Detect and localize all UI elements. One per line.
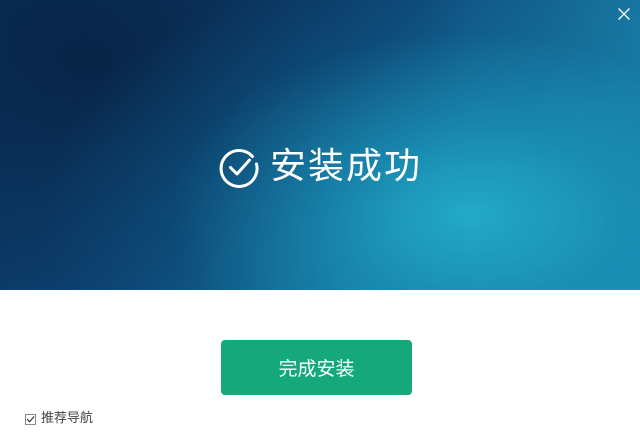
finish-install-button[interactable]: 完成安装: [221, 340, 412, 395]
recommend-nav-label: 推荐导航: [41, 411, 94, 426]
success-title: 安装成功: [269, 146, 422, 187]
checkmark-icon: [26, 415, 35, 422]
close-icon: [617, 7, 631, 21]
recommend-nav-option[interactable]: 推荐导航: [25, 410, 93, 428]
success-banner: 安装成功: [0, 0, 640, 290]
installer-window: 安装成功 完成安装 推荐导航: [0, 0, 640, 440]
check-circle-icon: [218, 146, 260, 188]
close-button[interactable]: [612, 2, 636, 26]
recommend-nav-checkbox[interactable]: [25, 413, 36, 425]
success-message: 安装成功: [0, 142, 640, 192]
